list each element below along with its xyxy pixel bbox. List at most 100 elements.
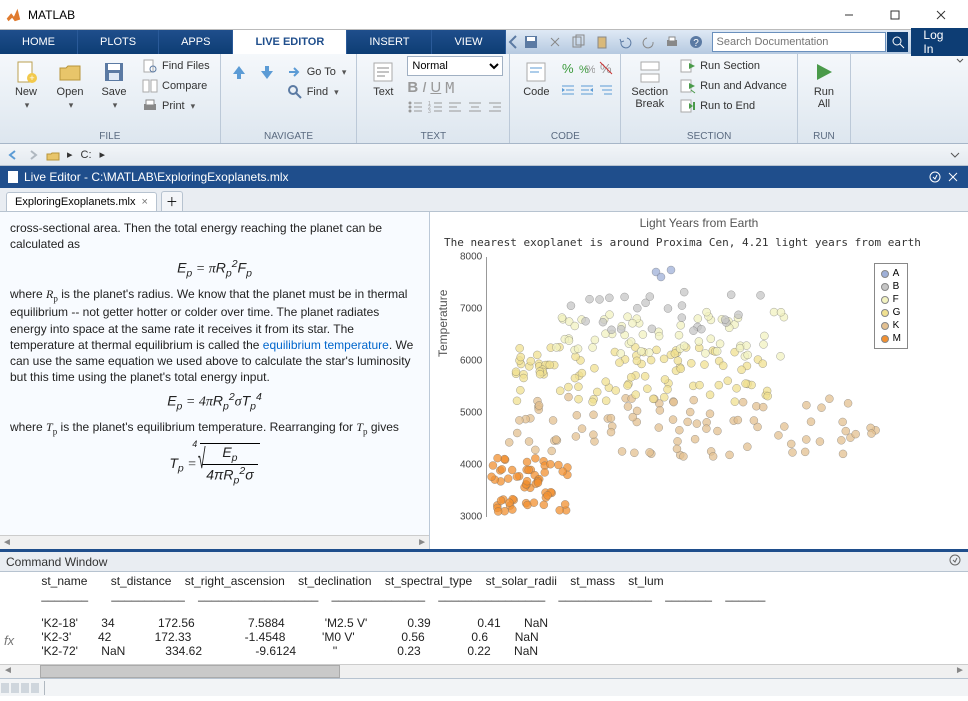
find-files-icon [142,58,158,74]
scrollbar-thumb[interactable] [40,665,340,678]
maximize-button[interactable] [872,0,918,30]
run-advance-button[interactable]: Run and Advance [676,76,791,96]
svg-text:+: + [29,73,34,83]
section-break-button[interactable]: Section Break [627,56,672,114]
document-icon [6,170,20,184]
outdent-button[interactable] [579,82,595,101]
horizontal-scrollbar[interactable]: ◄► [0,535,429,549]
paragraph-style-select[interactable]: Normal [407,56,503,76]
search-input[interactable] [712,32,886,52]
quick-help-icon[interactable]: ? [685,32,707,52]
tab-view[interactable]: VIEW [432,30,505,54]
uncomment2-button[interactable]: % [598,60,614,79]
compare-button[interactable]: Compare [138,76,214,96]
code-button[interactable]: Code [516,56,556,102]
find-files-button[interactable]: Find Files [138,56,214,76]
run-all-button[interactable]: Run All [804,56,844,114]
nav-forward-button[interactable] [24,146,42,164]
quick-print-icon[interactable] [661,32,683,52]
tab-home[interactable]: HOME [0,30,78,54]
quick-paste-icon[interactable] [591,32,613,52]
svg-text:?: ? [693,38,699,49]
list-numbered-button[interactable]: 123 [427,100,443,117]
quick-copy-icon[interactable] [567,32,589,52]
svg-text:3: 3 [428,109,431,114]
cmd-horizontal-scrollbar[interactable]: ◄ ► [0,664,968,678]
new-file-icon: + [14,60,38,84]
address-bar: ▸ C: ▸ [0,144,968,166]
tab-plots[interactable]: PLOTS [78,30,159,54]
run-to-end-button[interactable]: Run to End [676,96,791,116]
path-separator-icon: ▸ [97,148,109,161]
save-button[interactable]: Save▾ [94,56,134,115]
find-button[interactable]: Find▾ [283,82,351,102]
run-to-end-icon [680,98,696,114]
close-button[interactable] [918,0,964,30]
quick-undo-icon[interactable] [614,32,636,52]
run-section-button[interactable]: Run Section [676,56,791,76]
matlab-logo-icon [4,6,22,24]
dock-menu-button[interactable] [926,168,944,186]
tab-apps[interactable]: APPS [159,30,233,54]
underline-button[interactable]: U [430,79,441,97]
bold-button[interactable]: B [407,79,418,97]
path-dropdown-button[interactable] [946,146,964,164]
nav-up-button[interactable] [227,62,251,82]
editor-output-pane: Light Years from Earth The nearest exopl… [430,212,968,549]
add-tab-button[interactable]: ＋ [161,191,183,211]
nav-down-button[interactable] [255,62,279,82]
plot-ylabel: Temperature [436,290,450,357]
print-button[interactable]: Print▾ [138,96,214,116]
nav-back-button[interactable] [4,146,22,164]
tab-collapse-icon [506,32,520,52]
nav-up-folder-button[interactable] [44,146,62,164]
quick-cut-icon[interactable] [544,32,566,52]
close-tab-icon[interactable]: × [141,196,147,208]
undock-close-button[interactable] [944,168,962,186]
quick-save-icon[interactable] [520,32,542,52]
uncomment1-button[interactable]: %% [579,60,595,79]
monospace-button[interactable]: M [445,79,454,97]
tab-insert[interactable]: INSERT [347,30,432,54]
plot-xlabel: Light Years from Earth [438,216,960,230]
search-submit-button[interactable] [887,32,909,52]
comment-button[interactable]: % [560,60,576,79]
equation: Ep = 4πRp2σTp4 [10,391,419,412]
smartindent-button[interactable] [598,82,614,101]
ribbon-collapse-button[interactable] [952,54,968,143]
window-titlebar: MATLAB [0,0,968,30]
editor-title: Live Editor - C:\MATLAB\ExploringExoplan… [24,170,289,184]
italic-button[interactable]: I [422,79,426,97]
open-button[interactable]: Open▾ [50,56,90,115]
live-editor-area: cross-sectional area. Then the total ene… [0,212,968,552]
open-folder-icon [58,60,82,84]
align-right-button[interactable] [487,100,503,117]
goto-icon [287,64,303,80]
align-left-button[interactable] [447,100,463,117]
editor-text-pane[interactable]: cross-sectional area. Then the total ene… [0,212,430,549]
minimize-button[interactable] [826,0,872,30]
window-title: MATLAB [28,8,826,22]
tab-live-editor[interactable]: LIVE EDITOR [233,30,347,54]
new-button[interactable]: + New▾ [6,56,46,115]
dropdown-arrow-icon: ▾ [25,100,30,111]
equilibrium-temp-link[interactable]: equilibrium temperature [263,338,389,352]
toolstrip-ribbon: + New▾ Open▾ Save▾ Find Files Compare Pr… [0,54,968,144]
code-icon [524,60,548,84]
quick-redo-icon[interactable] [638,32,660,52]
fx-prompt-icon[interactable]: fx [4,633,14,648]
login-button[interactable]: Log In [911,28,968,56]
path-drive[interactable]: C: [78,149,95,161]
save-icon [102,60,126,84]
command-window-body[interactable]: fx st_name st_distance st_right_ascensio… [0,572,968,664]
text-button[interactable]: Text [363,56,403,102]
output-text: The nearest exoplanet is around Proxima … [444,236,960,249]
cmd-menu-button[interactable] [948,553,962,570]
text-icon [371,60,395,84]
list-bullet-button[interactable] [407,100,423,117]
section-break-icon [638,60,662,84]
indent-button[interactable] [560,82,576,101]
align-center-button[interactable] [467,100,483,117]
file-tab[interactable]: ExploringExoplanets.mlx × [6,192,157,211]
goto-button[interactable]: Go To▾ [283,62,351,82]
